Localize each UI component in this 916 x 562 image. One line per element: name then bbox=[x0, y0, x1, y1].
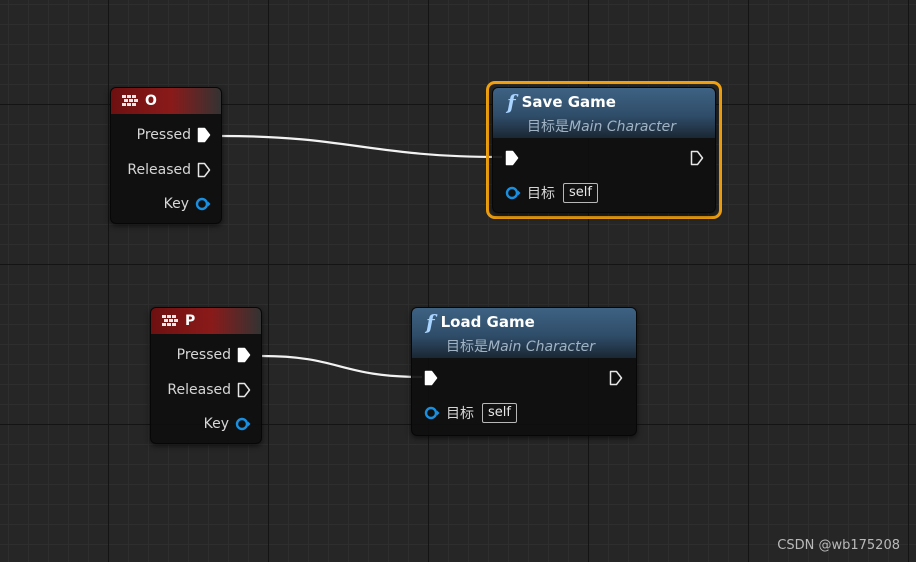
exec-pin-icon[interactable] bbox=[197, 162, 211, 178]
exec-pin-icon[interactable] bbox=[237, 382, 251, 398]
target-pin-label: 目标 bbox=[446, 406, 474, 422]
target-pin-row[interactable]: 目标 self bbox=[505, 183, 598, 203]
released-pin-row[interactable]: Released bbox=[167, 382, 251, 398]
pressed-pin-row[interactable]: Pressed bbox=[137, 127, 211, 143]
key-node-header[interactable]: O bbox=[111, 88, 221, 114]
key-pin-label: Key bbox=[163, 196, 189, 212]
target-self-field[interactable]: self bbox=[482, 403, 517, 423]
object-pin-icon[interactable] bbox=[505, 186, 521, 200]
key-node-title: O bbox=[145, 93, 157, 109]
object-pin-icon[interactable] bbox=[424, 406, 440, 420]
key-pin-label: Key bbox=[203, 416, 229, 432]
target-pin-row[interactable]: 目标 self bbox=[424, 403, 517, 423]
released-pin-row[interactable]: Released bbox=[127, 162, 211, 178]
released-pin-label: Released bbox=[127, 162, 191, 178]
key-event-node-p[interactable]: P Pressed Released Key bbox=[150, 307, 262, 444]
released-pin-label: Released bbox=[167, 382, 231, 398]
blueprint-graph-canvas[interactable]: O Pressed Released Key P Pressed Release… bbox=[0, 0, 916, 562]
key-pin-row[interactable]: Key bbox=[164, 196, 211, 212]
load-game-function-node[interactable]: f Load Game 目标是Main Character 目标 self bbox=[411, 307, 637, 436]
target-self-field[interactable]: self bbox=[563, 183, 598, 203]
function-subtitle: 目标是Main Character bbox=[446, 339, 595, 355]
exec-in-pin-icon[interactable] bbox=[424, 370, 438, 386]
save-game-function-node[interactable]: f Save Game 目标是Main Character 目标 self bbox=[492, 87, 716, 213]
wire-layer bbox=[221, 134, 503, 379]
key-node-header[interactable]: P bbox=[151, 308, 261, 334]
function-node-header[interactable]: f Load Game 目标是Main Character bbox=[412, 308, 636, 358]
exec-pin-icon[interactable] bbox=[197, 127, 211, 143]
function-subtitle: 目标是Main Character bbox=[527, 119, 676, 135]
object-pin-icon[interactable] bbox=[195, 197, 211, 211]
function-node-header[interactable]: f Save Game 目标是Main Character bbox=[493, 88, 715, 138]
function-title: Load Game bbox=[440, 313, 535, 331]
key-node-title: P bbox=[185, 313, 196, 329]
exec-pin-icon[interactable] bbox=[237, 347, 251, 363]
keyboard-icon bbox=[121, 93, 139, 109]
target-pin-label: 目标 bbox=[527, 186, 555, 202]
exec-out-pin-icon[interactable] bbox=[609, 370, 623, 386]
function-icon: f bbox=[507, 90, 516, 114]
pressed-pin-label: Pressed bbox=[176, 347, 231, 363]
watermark: CSDN @wb175208 bbox=[777, 538, 900, 553]
exec-in-pin-icon[interactable] bbox=[505, 150, 519, 166]
pressed-pin-row[interactable]: Pressed bbox=[177, 347, 251, 363]
object-pin-icon[interactable] bbox=[235, 417, 251, 431]
exec-wire-o-to-save[interactable] bbox=[221, 134, 503, 159]
keyboard-icon bbox=[161, 313, 179, 329]
function-title: Save Game bbox=[521, 93, 616, 111]
exec-wire-p-to-load[interactable] bbox=[261, 354, 423, 379]
exec-out-pin-icon[interactable] bbox=[690, 150, 704, 166]
key-pin-row[interactable]: Key bbox=[204, 416, 251, 432]
pressed-pin-label: Pressed bbox=[136, 127, 191, 143]
key-event-node-o[interactable]: O Pressed Released Key bbox=[110, 87, 222, 224]
function-icon: f bbox=[426, 310, 435, 334]
